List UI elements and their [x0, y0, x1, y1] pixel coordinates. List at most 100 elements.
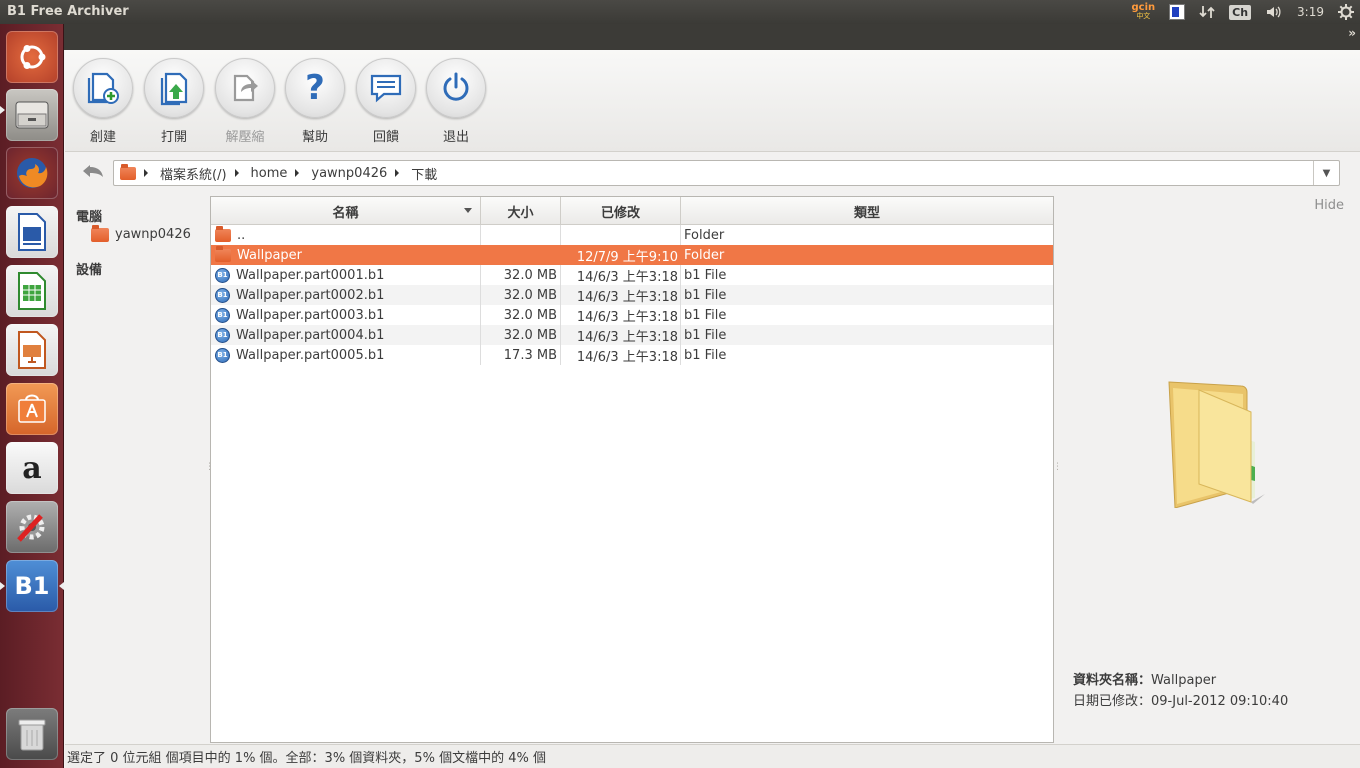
breadcrumb-root[interactable]: 檔案系統(/)	[160, 164, 227, 183]
create-button[interactable]: 創建	[67, 58, 139, 145]
file-name: Wallpaper.part0001.b1	[236, 267, 385, 283]
name-cell: B1 Wallpaper.part0002.b1	[211, 285, 481, 305]
table-row[interactable]: B1 Wallpaper.part0004.b1 32.0 MB 14/6/3 上午3…	[211, 325, 1053, 345]
system-settings-icon[interactable]	[6, 501, 58, 553]
breadcrumb-downloads[interactable]: 下載	[411, 164, 437, 183]
size-cell: 32.0 MB	[481, 325, 561, 345]
column-header-name[interactable]: 名稱	[211, 197, 481, 225]
firefox-icon[interactable]	[6, 147, 58, 199]
b1-file-icon: B1	[215, 267, 230, 283]
table-row[interactable]: B1 Wallpaper.part0002.b1 32.0 MB 14/6/3 上午3…	[211, 285, 1053, 305]
name-cell: B1 Wallpaper.part0004.b1	[211, 325, 481, 345]
extract-icon	[215, 58, 275, 118]
file-manager-icon[interactable]	[6, 89, 58, 141]
breadcrumb-separator	[234, 169, 239, 177]
preview-info: 資料夾名稱：Wallpaper 日期已修改：09-Jul-2012 09:10:…	[1073, 670, 1288, 712]
file-name: Wallpaper.part0003.b1	[236, 307, 385, 323]
help-label: 幫助	[301, 130, 328, 145]
main-toolbar: 創建 打開 解壓縮 ? 幫助 回饋 退出	[65, 50, 1360, 152]
create-label: 創建	[89, 130, 116, 145]
create-archive-icon	[73, 58, 133, 118]
folder-icon	[215, 225, 231, 242]
table-row[interactable]: B1 Wallpaper.part0001.b1 32.0 MB 14/6/3 上午3…	[211, 265, 1053, 285]
running-indicator	[0, 582, 5, 590]
exit-button[interactable]: 退出	[420, 58, 492, 145]
hide-preview-link[interactable]: Hide	[1314, 198, 1344, 213]
breadcrumb-user[interactable]: yawnp0426	[311, 166, 387, 181]
feedback-label: 回饋	[372, 130, 399, 145]
address-bar: 檔案系統(/) home yawnp0426 下載 ▼	[73, 157, 1351, 190]
preview-panel: Hide 資料夾名稱：Wallpaper 日期已修改：09-Jul-2012 0…	[1055, 196, 1360, 743]
size-cell: 32.0 MB	[481, 285, 561, 305]
b1-file-icon: B1	[215, 347, 230, 363]
table-row[interactable]: B1 Wallpaper.part0005.b1 17.3 MB 14/6/3 上午3…	[211, 345, 1053, 365]
breadcrumb-separator	[295, 169, 300, 177]
column-header-label: 已修改	[600, 205, 640, 221]
volume-icon[interactable]	[1265, 4, 1283, 20]
b1-archiver-icon[interactable]: B1	[6, 560, 58, 612]
size-cell: 17.3 MB	[481, 345, 561, 365]
sidebar-item-label: yawnp0426	[115, 227, 191, 242]
libreoffice-calc-icon[interactable]	[6, 265, 58, 317]
libreoffice-writer-icon[interactable]	[6, 206, 58, 258]
file-name: ..	[237, 227, 246, 243]
places-sidebar: 電腦 yawnp0426 設備	[65, 196, 209, 742]
folder-icon	[215, 245, 231, 262]
file-list: 名稱 大小 已修改 類型 .. Folder Wallpaper 12/7/9 上午9…	[210, 196, 1054, 743]
chevron-down-icon[interactable]: ▼	[1313, 161, 1339, 185]
column-header-modified[interactable]: 已修改	[561, 197, 681, 225]
gcin-input-method-indicator[interactable]: gcin 中文	[1132, 3, 1156, 21]
breadcrumb-separator	[144, 169, 148, 177]
window-title: B1 Free Archiver	[7, 4, 129, 19]
amazon-icon[interactable]: a	[6, 442, 58, 494]
computer-heading: 電腦	[76, 210, 103, 225]
name-cell: Wallpaper	[211, 245, 481, 265]
modified-cell: 14/6/3 上午3:18	[561, 265, 681, 285]
file-name: Wallpaper.part0002.b1	[236, 287, 385, 303]
extract-label: 解壓縮	[225, 130, 265, 145]
breadcrumb-separator	[395, 169, 400, 177]
help-icon: ?	[285, 58, 345, 118]
size-cell: 32.0 MB	[481, 305, 561, 325]
network-icon[interactable]	[1199, 4, 1215, 20]
software-center-icon[interactable]	[6, 383, 58, 435]
type-cell: b1 File	[684, 327, 727, 343]
open-button[interactable]: 打開	[138, 58, 210, 145]
top-panel: B1 Free Archiver gcin 中文 Ch 3:19	[0, 0, 1360, 24]
path-breadcrumb[interactable]: 檔案系統(/) home yawnp0426 下載 ▼	[113, 160, 1340, 186]
keyboard-layout-icon[interactable]	[1169, 4, 1186, 20]
overflow-arrow-icon[interactable]: »	[1348, 26, 1356, 40]
exit-label: 退出	[442, 130, 469, 145]
gear-icon[interactable]	[1338, 4, 1354, 20]
help-button[interactable]: ? 幫助	[279, 58, 351, 145]
feedback-button[interactable]: 回饋	[350, 58, 422, 145]
clock[interactable]: 3:19	[1297, 5, 1324, 19]
folder-icon	[1163, 376, 1273, 512]
size-cell	[481, 225, 561, 245]
modified-cell: 14/6/3 上午3:18	[561, 305, 681, 325]
sort-arrow-icon	[464, 208, 472, 213]
ubuntu-dash-icon[interactable]	[6, 31, 58, 83]
name-cell: ..	[211, 225, 481, 245]
folder-icon	[91, 224, 109, 242]
column-header-type[interactable]: 類型	[681, 197, 1053, 225]
extract-button[interactable]: 解壓縮	[209, 58, 281, 145]
type-cell: Folder	[684, 227, 725, 243]
breadcrumb-home[interactable]: home	[251, 166, 288, 181]
table-row[interactable]: B1 Wallpaper.part0003.b1 32.0 MB 14/6/3 上午3…	[211, 305, 1053, 325]
trash-icon[interactable]	[6, 708, 58, 760]
folder-icon	[120, 163, 136, 180]
table-row[interactable]: Wallpaper 12/7/9 上午9:10 Folder	[211, 245, 1053, 265]
file-name: Wallpaper	[237, 247, 303, 263]
sidebar-item-home[interactable]: yawnp0426	[91, 224, 191, 242]
size-cell	[481, 245, 561, 265]
input-language-indicator[interactable]: Ch	[1229, 4, 1252, 20]
unity-launcher: a B1	[0, 24, 64, 768]
column-header-size[interactable]: 大小	[481, 197, 561, 225]
focused-indicator	[59, 582, 64, 590]
libreoffice-impress-icon[interactable]	[6, 324, 58, 376]
back-arrow-icon[interactable]	[81, 163, 111, 183]
devices-heading: 設備	[76, 263, 103, 278]
table-row[interactable]: .. Folder	[211, 225, 1053, 245]
b1-file-icon: B1	[215, 307, 230, 323]
